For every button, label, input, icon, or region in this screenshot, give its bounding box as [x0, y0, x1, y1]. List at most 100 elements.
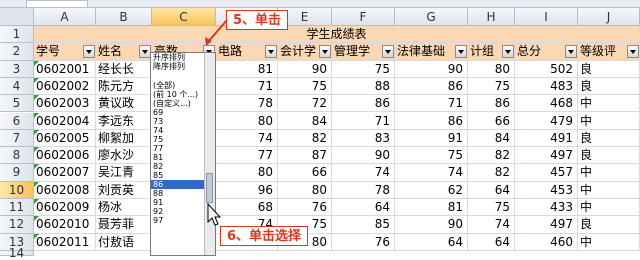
table-cell[interactable]: 86	[395, 77, 468, 96]
table-cell[interactable]: 75	[468, 77, 515, 96]
table-cell[interactable]: 84	[468, 129, 515, 148]
table-cell[interactable]: 77	[216, 147, 278, 165]
table-cell[interactable]: 0602009	[34, 199, 96, 217]
row-header[interactable]: 1	[0, 26, 34, 44]
table-cell[interactable]: 81	[216, 60, 278, 78]
table-cell[interactable]: 80	[216, 112, 278, 130]
table-cell[interactable]: 82	[278, 129, 332, 148]
table-cell[interactable]: 中	[578, 95, 640, 113]
table-cell[interactable]: 62	[395, 181, 468, 199]
column-header-I[interactable]: I	[515, 8, 578, 26]
row-header[interactable]: 4	[0, 77, 34, 96]
column-header-G[interactable]: G	[395, 8, 468, 26]
table-cell[interactable]: 0602001	[34, 60, 96, 78]
table-cell[interactable]: 中	[578, 199, 640, 217]
table-cell[interactable]: 90	[395, 60, 468, 78]
row-header[interactable]: 5	[0, 95, 34, 113]
table-cell[interactable]: 0602003	[34, 95, 96, 113]
row-header[interactable]: 6	[0, 112, 34, 130]
filter-dropdown-button[interactable]	[265, 45, 277, 59]
filter-dropdown-button[interactable]	[627, 45, 639, 59]
table-cell[interactable]: 中	[578, 112, 640, 130]
table-cell[interactable]: 76	[278, 199, 332, 217]
table-cell[interactable]: 0602006	[34, 147, 96, 165]
table-cell[interactable]: 0602004	[34, 112, 96, 130]
table-cell[interactable]: 0602011	[34, 233, 96, 251]
table-cell[interactable]: 460	[515, 233, 578, 251]
table-cell[interactable]: 87	[278, 147, 332, 165]
filter-dropdown-button[interactable]	[565, 45, 577, 59]
table-cell[interactable]: 86	[468, 95, 515, 113]
table-cell[interactable]: 陈元方	[96, 77, 152, 96]
table-cell[interactable]: 中	[578, 233, 640, 251]
table-cell[interactable]: 黄议政	[96, 95, 152, 113]
table-cell[interactable]: 75	[468, 199, 515, 217]
row-header[interactable]: 14	[0, 247, 34, 259]
table-cell[interactable]: 0602010	[34, 216, 96, 234]
column-header-B[interactable]: B	[96, 8, 152, 26]
row-header[interactable]: 11	[0, 199, 34, 217]
select-all-corner[interactable]	[0, 8, 34, 26]
table-cell[interactable]: 75	[278, 77, 332, 96]
table-cell[interactable]: 72	[278, 95, 332, 113]
table-cell[interactable]: 良	[578, 216, 640, 234]
table-cell[interactable]: 78	[332, 181, 395, 199]
table-cell[interactable]: 71	[395, 95, 468, 113]
table-cell[interactable]: 64	[468, 233, 515, 251]
row-header[interactable]: 10	[0, 181, 34, 199]
column-header-J[interactable]: J	[578, 8, 640, 26]
table-cell[interactable]: 良	[578, 60, 640, 78]
filter-dropdown-button[interactable]	[502, 45, 514, 59]
table-cell[interactable]: 廖水沙	[96, 147, 152, 165]
table-cell[interactable]: 0602005	[34, 129, 96, 148]
table-cell[interactable]: 483	[515, 77, 578, 96]
table-cell[interactable]: 中	[578, 181, 640, 199]
table-cell[interactable]: 刘贡英	[96, 181, 152, 199]
table-cell[interactable]: 74	[395, 164, 468, 182]
row-header[interactable]: 8	[0, 147, 34, 165]
table-cell[interactable]: 64	[468, 181, 515, 199]
name-box[interactable]	[26, 0, 88, 8]
table-cell[interactable]: 李远东	[96, 112, 152, 130]
table-cell[interactable]: 吴江青	[96, 164, 152, 182]
filter-dropdown-button[interactable]	[83, 45, 95, 59]
row-header[interactable]: 2	[0, 43, 34, 61]
row-header[interactable]: 7	[0, 129, 34, 148]
table-cell[interactable]: 90	[332, 147, 395, 165]
table-cell[interactable]: 66	[468, 112, 515, 130]
filter-dropdown-button[interactable]	[382, 45, 394, 59]
table-cell[interactable]: 良	[578, 77, 640, 96]
row-header[interactable]: 3	[0, 60, 34, 78]
table-cell[interactable]: 良	[578, 129, 640, 148]
table-cell[interactable]: 84	[278, 112, 332, 130]
column-header-A[interactable]: A	[34, 8, 96, 26]
table-cell[interactable]: 74	[468, 216, 515, 234]
table-cell[interactable]: 0602007	[34, 164, 96, 182]
table-cell[interactable]: 453	[515, 181, 578, 199]
table-cell[interactable]: 78	[216, 95, 278, 113]
table-cell[interactable]: 64	[395, 233, 468, 251]
table-cell[interactable]: 90	[278, 60, 332, 78]
table-cell[interactable]: 经长长	[96, 60, 152, 78]
table-cell[interactable]: 96	[216, 181, 278, 199]
table-cell[interactable]: 74	[332, 164, 395, 182]
table-cell[interactable]: 91	[395, 129, 468, 148]
table-cell[interactable]: 75	[395, 147, 468, 165]
table-cell[interactable]: 71	[216, 77, 278, 96]
table-cell[interactable]: 82	[468, 164, 515, 182]
table-cell[interactable]: 82	[468, 147, 515, 165]
column-header-F[interactable]: F	[332, 8, 395, 26]
table-cell[interactable]: 497	[515, 147, 578, 165]
table-cell[interactable]: 86	[395, 112, 468, 130]
scrollbar-thumb[interactable]	[206, 173, 213, 203]
table-cell[interactable]: 85	[332, 216, 395, 234]
table-cell[interactable]: 80	[216, 164, 278, 182]
table-cell[interactable]: 杨冰	[96, 199, 152, 217]
table-cell[interactable]: 聂芳菲	[96, 216, 152, 234]
table-cell[interactable]: 71	[332, 112, 395, 130]
table-cell[interactable]: 76	[332, 233, 395, 251]
table-cell[interactable]: 433	[515, 199, 578, 217]
table-cell[interactable]: 中	[578, 164, 640, 182]
table-cell[interactable]: 66	[278, 164, 332, 182]
table-cell[interactable]: 良	[578, 147, 640, 165]
